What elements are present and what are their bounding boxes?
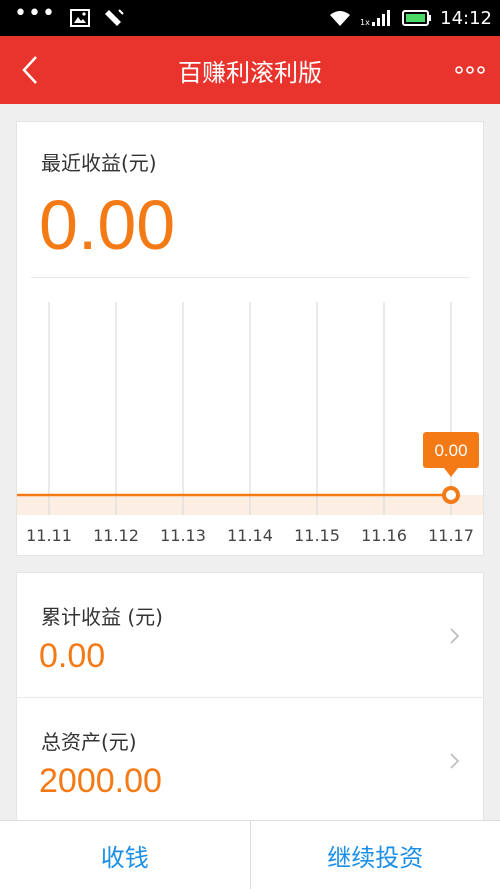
app-header: 百赚利滚利版 (0, 36, 500, 104)
cumulative-earnings-value: 0.00 (39, 637, 106, 675)
image-icon (69, 9, 90, 27)
more-options-button[interactable] (450, 54, 490, 86)
total-assets-label: 总资产(元) (41, 730, 137, 754)
more-dots-icon (455, 66, 485, 74)
earnings-line-chart: 11.11 11.12 11.13 11.14 11.15 11.16 11.17 0.00 (17, 302, 483, 542)
more-notifications-icon: ••• (14, 1, 56, 26)
cumulative-earnings-row[interactable]: 累计收益 (元) 0.00 (17, 573, 483, 698)
chevron-left-icon (22, 56, 37, 84)
recent-earnings-value: 0.00 (39, 186, 176, 264)
chart-tooltip-pointer (444, 468, 458, 477)
continue-invest-button[interactable]: 继续投资 (251, 821, 500, 889)
status-bar: ••• 1x 14:12 (0, 0, 500, 36)
recent-earnings-label: 最近收益(元) (41, 151, 157, 175)
signal-icon: 1x (360, 10, 391, 27)
collect-money-button[interactable]: 收钱 (0, 821, 250, 889)
chart-x-tick-label: 11.11 (26, 526, 72, 542)
divider (31, 277, 469, 278)
status-time: 14:12 (440, 7, 492, 29)
cumulative-earnings-label: 累计收益 (元) (41, 605, 163, 629)
notification-icon (104, 9, 124, 26)
chevron-right-icon (450, 628, 460, 644)
chart-x-tick-label: 11.13 (160, 526, 206, 542)
chart-x-tick-label: 11.17 (428, 526, 474, 542)
chevron-right-icon (450, 753, 460, 769)
total-assets-row[interactable]: 总资产(元) 2000.00 (17, 698, 483, 822)
chart-x-tick-label: 11.12 (93, 526, 139, 542)
chart-tooltip-label: 0.00 (434, 441, 467, 460)
chart-x-tick-label: 11.15 (294, 526, 340, 542)
wifi-icon (330, 11, 351, 26)
chart-point-highlight (442, 486, 460, 504)
svg-text:1x: 1x (360, 18, 370, 27)
battery-icon (402, 10, 432, 26)
chart-x-tick-label: 11.16 (361, 526, 407, 542)
back-button[interactable] (10, 50, 50, 90)
page-title: 百赚利滚利版 (178, 58, 322, 87)
recent-earnings-card: 最近收益(元) 0.00 11.11 11.12 11.13 11.14 11.15 11… (16, 121, 484, 556)
chart-x-tick-label: 11.14 (227, 526, 273, 542)
total-assets-value: 2000.00 (39, 762, 162, 800)
summary-card: 累计收益 (元) 0.00 总资产(元) 2000.00 (16, 572, 484, 832)
bottom-action-bar: 收钱 继续投资 (0, 820, 500, 889)
